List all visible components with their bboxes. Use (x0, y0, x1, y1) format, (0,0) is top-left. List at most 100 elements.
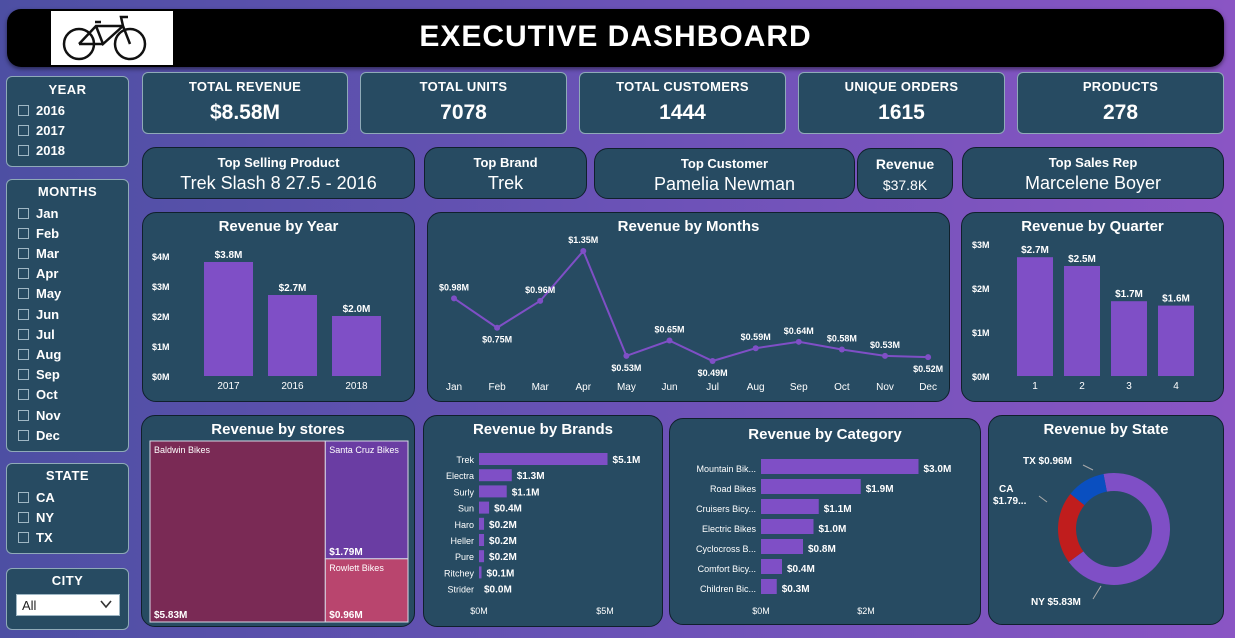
data-point (709, 358, 716, 364)
revenue-by-year-panel: Revenue by Year $0M $1M $2M $3M $4M $3.8M 2017… (142, 212, 415, 402)
checkbox[interactable] (18, 491, 29, 503)
slice-label-name: CA (999, 484, 1013, 495)
x-tick-label: Apr (576, 382, 592, 393)
x-tick-label: $2M (857, 606, 875, 616)
data-point (623, 352, 630, 359)
year-option[interactable]: 2016 (18, 102, 65, 118)
chevron-down-icon (100, 600, 112, 609)
checkbox[interactable] (18, 531, 29, 543)
x-tick-label: Jul (706, 382, 719, 393)
checkbox[interactable] (18, 511, 29, 523)
bar (761, 499, 819, 514)
x-tick-label: 4 (1173, 381, 1179, 392)
bar (479, 566, 482, 579)
category-label: Trek (456, 455, 474, 465)
bar (479, 534, 485, 546)
month-option[interactable]: Aug (18, 346, 61, 362)
checkbox[interactable] (18, 124, 29, 136)
x-tick-label: Nov (876, 382, 894, 393)
year-option[interactable]: 2017 (18, 122, 65, 138)
tile-name: Baldwin Bikes (154, 445, 211, 455)
checkbox[interactable] (18, 429, 29, 441)
checkbox[interactable] (18, 409, 29, 421)
month-option[interactable]: Sep (18, 367, 60, 383)
checkbox[interactable] (18, 207, 29, 219)
state-option[interactable]: TX (18, 529, 53, 545)
bar (761, 479, 861, 494)
data-label: $0.65M (654, 325, 684, 335)
checkbox[interactable] (18, 104, 29, 116)
city-dropdown[interactable]: All (16, 594, 120, 616)
state-option[interactable]: CA (18, 489, 55, 505)
checkbox[interactable] (18, 348, 29, 360)
series-line (453, 249, 929, 363)
month-option[interactable]: Feb (18, 225, 59, 241)
data-label: $0.98M (439, 282, 469, 292)
month-option[interactable]: May (18, 286, 61, 302)
leader-line (1092, 585, 1102, 600)
month-option[interactable]: Jan (18, 205, 58, 221)
revenue-by-quarter-panel: Revenue by Quarter $0M $1M $2M $3M $2.7M 1 $2.… (961, 212, 1224, 402)
month-option[interactable]: Jul (18, 326, 55, 342)
data-label: $0.64M (784, 326, 814, 336)
x-tick-label: $5M (596, 606, 614, 616)
slice-label-value: $1.79... (993, 496, 1027, 507)
data-label: $1.6M (1162, 294, 1190, 305)
checkbox[interactable] (18, 328, 29, 340)
revenue-by-brands-panel: Revenue by Brands Trek $5.1M Electra $1.3M S… (423, 415, 663, 627)
top-brand-card: Top Brand Trek (424, 147, 587, 199)
checkbox[interactable] (18, 288, 29, 300)
data-label: $0.8M (808, 544, 836, 555)
category-label: Children Bic... (700, 584, 756, 594)
data-label: $0.59M (741, 332, 771, 342)
checkbox[interactable] (18, 308, 29, 320)
month-option[interactable]: Apr (18, 266, 58, 282)
data-label: $1.1M (824, 504, 852, 515)
kpi-total-revenue: TOTAL REVENUE $8.58M (142, 72, 348, 134)
month-option[interactable]: Nov (18, 407, 61, 423)
y-tick-label: $3M (972, 240, 990, 250)
dashboard-header: EXECUTIVE DASHBOARD (7, 9, 1224, 67)
bar (479, 550, 485, 563)
month-option[interactable]: Jun (18, 306, 59, 322)
data-label: $0.4M (787, 564, 815, 575)
checkbox[interactable] (18, 144, 29, 156)
city-slicer-title: CITY (51, 573, 84, 588)
bar (479, 469, 512, 482)
checkbox[interactable] (18, 389, 29, 401)
x-tick-label: $0M (470, 606, 488, 616)
month-option[interactable]: Oct (18, 387, 58, 403)
checkbox[interactable] (18, 268, 29, 280)
data-point (795, 338, 802, 345)
checkbox[interactable] (18, 247, 29, 259)
revenue-by-months-panel: Revenue by Months $0.98M Jan $0.75M Feb $0.9… (427, 212, 950, 402)
bar (1111, 301, 1147, 376)
category-label: Sun (458, 504, 474, 514)
tile-name: Rowlett Bikes (329, 563, 384, 573)
data-label: $0.53M (870, 340, 900, 350)
year-option[interactable]: 2018 (18, 142, 65, 158)
data-point (537, 297, 544, 304)
data-label: $2.5M (1068, 254, 1096, 265)
state-option[interactable]: NY (18, 509, 54, 525)
data-label: $1.35M (568, 235, 598, 245)
slice-label: TX $0.96M (1023, 456, 1072, 467)
month-option[interactable]: Dec (18, 427, 60, 443)
x-tick-label: 2 (1079, 381, 1085, 392)
bar (332, 316, 381, 376)
data-label: $3.8M (215, 250, 243, 261)
checkbox[interactable] (18, 227, 29, 239)
x-tick-label: $0M (752, 606, 770, 616)
x-tick-label: Aug (747, 382, 765, 393)
x-tick-label: Feb (488, 382, 506, 393)
checkbox[interactable] (18, 369, 29, 381)
kpi-unique-orders: UNIQUE ORDERS 1615 (798, 72, 1005, 134)
month-option[interactable]: Mar (18, 245, 59, 261)
bar (761, 539, 803, 554)
revenue-by-year-chart: $0M $1M $2M $3M $4M $3.8M 2017 $2.7M 2016 $2.0M 20… (152, 250, 381, 392)
bar (479, 453, 608, 465)
state-slicer: STATE CA NY TX (6, 463, 129, 554)
data-label: $0.1M (487, 568, 515, 579)
revenue-by-brands-chart: Trek $5.1M Electra $1.3M Surly $1.1M Sun $0.4M H… (444, 453, 640, 616)
bar (479, 485, 507, 498)
